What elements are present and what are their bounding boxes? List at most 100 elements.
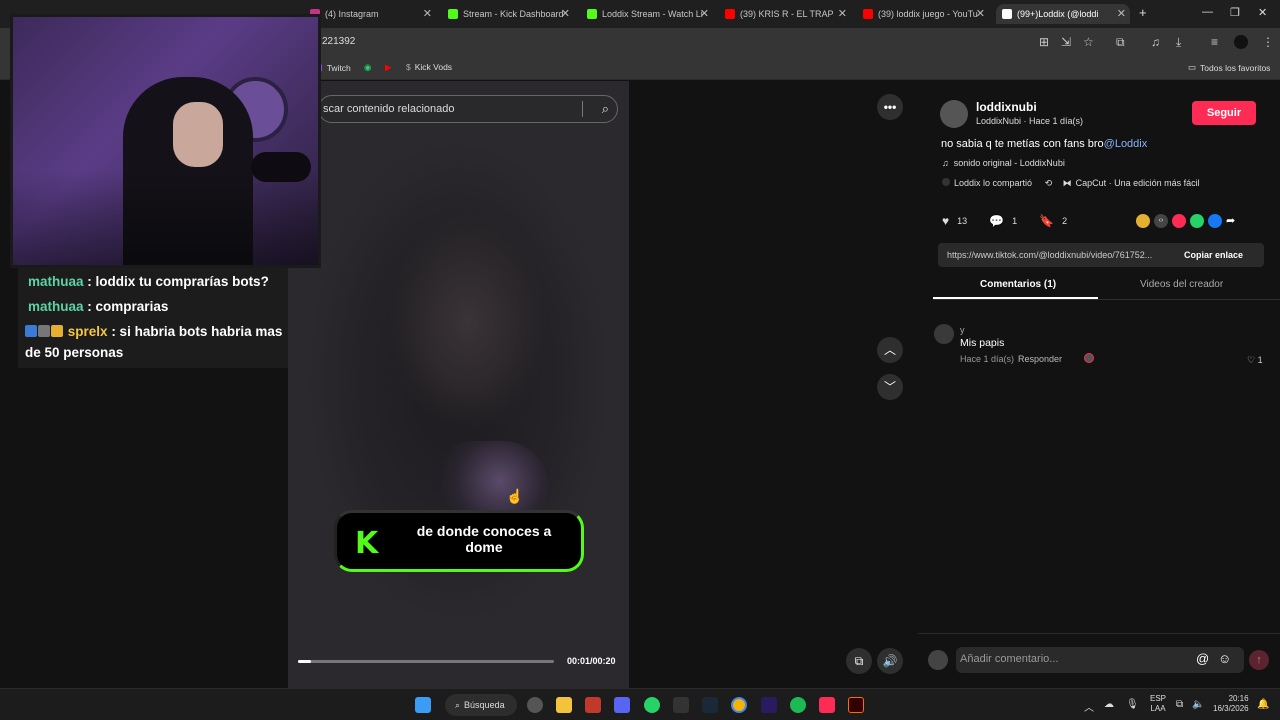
share-arrow-icon[interactable]: ➦ [1226,214,1240,228]
pip-button[interactable]: ⧉ [846,648,872,674]
facebook-icon[interactable] [1208,214,1222,228]
whatsapp-share-icon[interactable] [1190,214,1204,228]
bookmark-kick-vods[interactable]: $ Kick Vods [406,62,452,72]
windows-taskbar: ⌕ Búsqueda ︿ ☁ 🎙 ESP LAA ⧉ 🔈 20:16 16/3/2… [0,688,1280,720]
like-icon[interactable]: ♥ [942,214,949,228]
keyboard-layout: LAA [1150,704,1166,713]
commenter-avatar[interactable] [934,324,954,344]
comment-icon[interactable]: 💬 [989,214,1004,228]
youtube-icon[interactable]: ▶ [385,62,392,73]
share-icons: ‹› ➦ [1136,214,1240,228]
profile-icon[interactable] [1234,35,1248,49]
mic-icon[interactable]: 🎙 [1126,699,1139,710]
emoji-icon[interactable]: ☺ [1218,651,1231,666]
spotify-icon[interactable] [790,697,806,713]
search-icon[interactable]: ⌕ [602,101,609,117]
download-icon[interactable]: ⤓ [1176,35,1181,50]
tab-comments[interactable]: Comentarios (1) [980,279,1056,290]
new-tab-icon[interactable]: + [1139,5,1147,20]
close-icon[interactable]: ✕ [561,7,570,20]
media-icon[interactable]: ♫ [1151,35,1160,49]
send-icon[interactable] [1172,214,1186,228]
file-explorer-icon[interactable] [556,697,572,713]
translate-icon[interactable]: ⊞ [1039,35,1049,49]
comment-like[interactable]: ♡ 1 [1247,355,1263,366]
clock[interactable]: 20:16 16/3/2026 [1213,694,1249,714]
capcut-label[interactable]: CapCut · Una edición más fácil [1076,178,1200,188]
post-link[interactable]: https://www.tiktok.com/@loddixnubi/video… [947,250,1177,260]
start-icon[interactable] [415,697,431,713]
all-bookmarks-label: Todos los favoritos [1200,62,1271,73]
follow-button[interactable]: Seguir [1192,101,1256,125]
search-divider [582,101,583,117]
app-icon[interactable] [585,697,601,713]
bookmark-icon[interactable]: 🔖 [1039,214,1054,228]
whatsapp-taskbar-icon[interactable] [644,697,660,713]
badge-icon [25,325,37,337]
discord-icon[interactable] [614,697,630,713]
all-bookmarks[interactable]: ▭ Todos los favoritos [1188,62,1270,73]
extensions-icon[interactable]: ⧉ [1116,35,1125,50]
coin-icon[interactable] [1136,214,1150,228]
tab-youtube-kris[interactable]: (39) KRIS R - EL TRAP ✕ [725,4,851,24]
tab-instagram[interactable]: (4) Instagram ✕ [310,4,436,24]
related-search-box[interactable]: scar contenido relacionado ⌕ [318,95,618,123]
restore-icon[interactable]: ❐ [1230,6,1240,19]
volume-button[interactable]: 🔊 [877,648,903,674]
tab-youtube-loddix[interactable]: (39) loddix juego - YouTu ✕ [863,4,989,24]
menu-icon[interactable]: ⋮ [1262,35,1274,49]
notification-icon[interactable]: 🔔 [1257,699,1269,710]
premiere-icon[interactable] [761,697,777,713]
video-player[interactable] [288,81,629,688]
copilot-icon[interactable] [527,697,543,713]
reply-button[interactable]: Responder [1018,354,1062,364]
bookmark-twitch[interactable]: ▮ Twitch [318,62,351,73]
speaker-icon[interactable]: 🔈 [1192,699,1204,710]
tab-creator-videos[interactable]: Videos del creador [1140,279,1223,290]
tab-kick-dashboard[interactable]: Stream - Kick Dashboard ✕ [448,4,574,24]
close-icon[interactable]: ✕ [1117,7,1126,20]
mention-icon[interactable]: @ [1196,651,1209,666]
video-time: 00:01/00:20 [567,656,616,666]
tiktok-taskbar-icon[interactable] [819,697,835,713]
epic-games-icon[interactable] [673,697,689,713]
minimize-icon[interactable]: — [1202,6,1213,18]
copy-link-button[interactable]: Copiar enlace [1184,250,1243,260]
previous-video-button[interactable]: ︿ [877,337,903,363]
url-field[interactable]: 221392 [322,36,355,47]
more-options-button[interactable]: ••• [877,94,903,120]
language-indicator[interactable]: ESP LAA [1150,694,1166,714]
caption-text: no sabia q te metías con fans bro [941,138,1104,150]
chrome-icon[interactable] [731,697,747,713]
close-icon[interactable]: ✕ [838,7,847,20]
close-window-icon[interactable]: ✕ [1258,6,1267,19]
progress-bar[interactable] [298,660,554,663]
close-icon[interactable]: ✕ [976,7,985,20]
close-icon[interactable]: ✕ [700,7,709,20]
save-count: 2 [1062,216,1068,226]
sound-row[interactable]: ♫ sonido original - LoddixNubi [942,158,1065,168]
embed-icon[interactable]: ‹› [1154,214,1168,228]
comment-input[interactable]: Añadir comentario... @ ☺ [956,647,1244,673]
tab-tiktok[interactable]: (99+)Loddix (@loddi ✕ [996,4,1130,24]
taskbar-search[interactable]: ⌕ Búsqueda [445,694,517,716]
network-icon[interactable]: ⧉ [1176,699,1183,710]
author-avatar[interactable] [940,100,968,128]
next-video-button[interactable]: ﹀ [877,374,903,400]
onedrive-icon[interactable]: ☁ [1104,699,1114,710]
author-username[interactable]: loddixnubi [976,100,1037,114]
close-icon[interactable]: ✕ [423,7,432,20]
illustrator-icon[interactable] [848,697,864,713]
whatsapp-icon[interactable]: ◉ [364,62,371,73]
tab-kick-stream[interactable]: Loddix Stream - Watch Li ✕ [587,4,713,24]
tab-search-icon[interactable]: ≡ [1211,35,1218,49]
cast-icon[interactable]: ⇲ [1061,35,1071,49]
post-comment-button[interactable]: ↑ [1249,650,1269,670]
commenter-username[interactable]: y [960,325,965,335]
tab-divider [933,299,1280,300]
mention-link[interactable]: @Loddix [1104,138,1148,150]
chevron-up-icon[interactable]: ︿ [1084,699,1094,714]
star-icon[interactable]: ☆ [1083,35,1094,49]
clock-date: 16/3/2026 [1213,704,1249,713]
steam-icon[interactable] [702,697,718,713]
